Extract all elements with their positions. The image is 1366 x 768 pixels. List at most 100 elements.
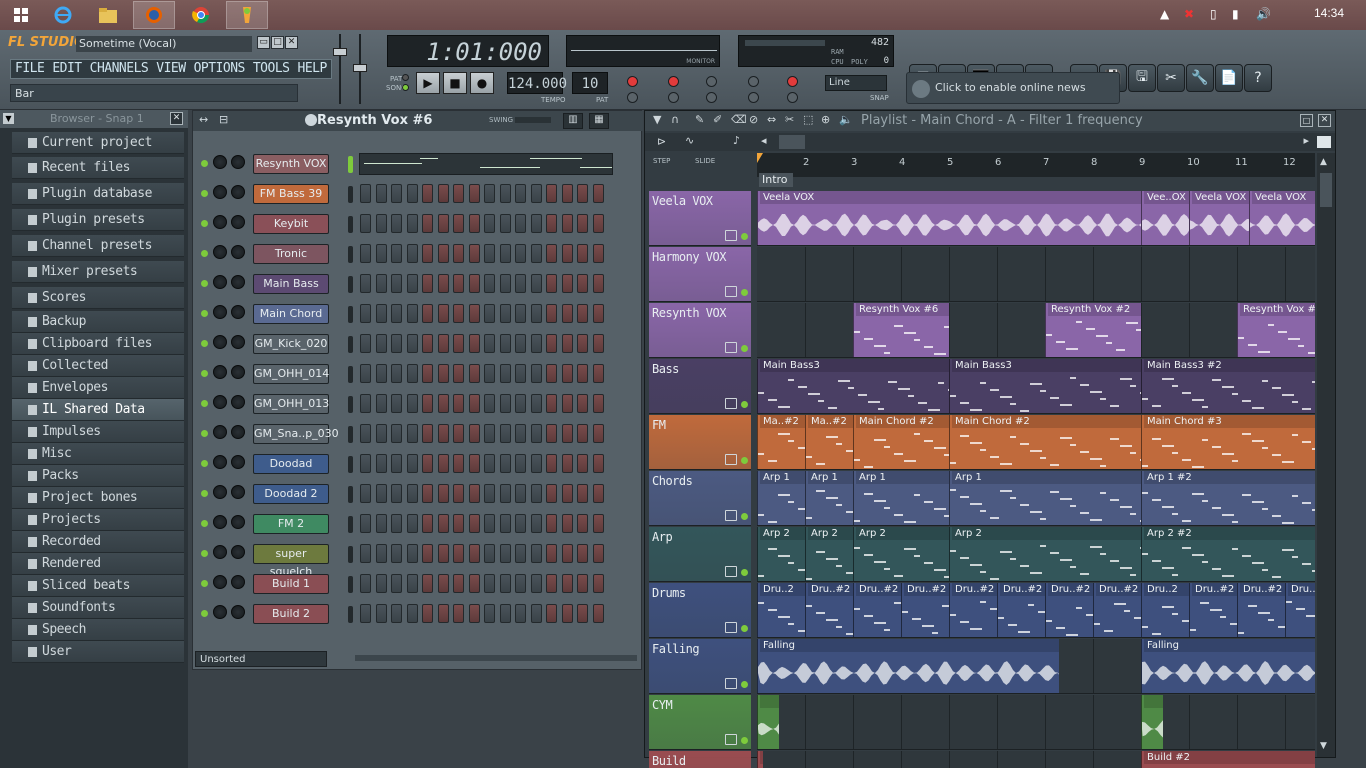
step-button[interactable] [499, 424, 511, 443]
track-type-icon[interactable] [725, 622, 737, 633]
channel-pan-knob[interactable] [213, 335, 227, 349]
playback-tool-icon[interactable]: 🔈 [839, 113, 853, 126]
channel-volume-knob[interactable] [231, 455, 245, 469]
mute-tool-icon[interactable]: ⊘ [749, 113, 758, 126]
tray-signal-icon[interactable]: ▮ [1232, 7, 1239, 21]
step-button[interactable] [437, 424, 449, 443]
pattern-display[interactable]: 10 [572, 72, 608, 94]
step-button[interactable] [453, 214, 464, 233]
step-button[interactable] [360, 304, 371, 323]
scroll-left-icon[interactable]: ◂ [761, 134, 767, 147]
step-button[interactable] [453, 334, 464, 353]
step-button[interactable] [375, 544, 387, 563]
step-button[interactable] [468, 214, 480, 233]
track-type-icon[interactable] [725, 678, 737, 689]
browser-item[interactable]: IL Shared Data [12, 399, 184, 421]
step-button[interactable] [546, 394, 557, 413]
step-button[interactable] [530, 454, 542, 473]
track-type-icon[interactable] [725, 454, 737, 465]
track-type-icon[interactable] [725, 398, 737, 409]
step-button[interactable] [406, 184, 418, 203]
track-mute-led[interactable] [741, 681, 748, 688]
step-button[interactable] [360, 604, 371, 623]
track-type-icon[interactable] [725, 342, 737, 353]
firefox-icon[interactable] [133, 1, 175, 29]
playlist-clip[interactable]: Dru..2 [757, 583, 805, 637]
step-button[interactable] [468, 334, 480, 353]
track-header[interactable]: CYM [649, 695, 751, 750]
step-button[interactable] [391, 454, 402, 473]
playlist-clip[interactable]: Falling [1141, 639, 1315, 693]
step-button[interactable] [577, 274, 588, 293]
channel-mute-led[interactable] [201, 430, 208, 437]
step-button[interactable] [360, 454, 371, 473]
notes-icon[interactable]: 📄 [1215, 64, 1243, 92]
step-button[interactable] [515, 604, 526, 623]
channel-select-indicator[interactable] [348, 156, 353, 173]
channel-name-button[interactable]: super squelch [253, 544, 329, 578]
channel-name-button[interactable]: Build 2 [253, 604, 329, 624]
step-button[interactable] [484, 334, 495, 353]
step-button[interactable] [484, 484, 495, 503]
step-button[interactable] [592, 394, 604, 413]
step-edit-toggle-icon[interactable] [748, 76, 759, 87]
channel-volume-knob[interactable] [231, 605, 245, 619]
step-button[interactable] [406, 394, 418, 413]
channel-mute-led[interactable] [201, 610, 208, 617]
step-button[interactable] [437, 484, 449, 503]
playlist-clip[interactable]: Dru..#2 [949, 583, 997, 637]
channel-select-indicator[interactable] [348, 396, 353, 413]
step-button[interactable] [546, 214, 557, 233]
step-button[interactable] [391, 424, 402, 443]
playlist-clip[interactable]: Main Bass3 #2 [1141, 359, 1315, 413]
step-button[interactable] [468, 244, 480, 263]
channel-select-indicator[interactable] [348, 276, 353, 293]
playlist-clip[interactable]: Resynth Vox #2 [1045, 303, 1141, 357]
taskbar-clock[interactable]: 14:34 [1314, 6, 1344, 20]
track-lane[interactable]: Resynth Vox #6 Resynth Vox #2 Resynth Vox … [757, 303, 1315, 358]
channel-name-button[interactable]: Tronic [253, 244, 329, 264]
step-button[interactable] [468, 604, 480, 623]
step-button[interactable] [484, 394, 495, 413]
channel-name-button[interactable]: FM Bass 39 [253, 184, 329, 204]
channel-filter-select[interactable]: Unsorted [195, 651, 327, 667]
channel-select-indicator[interactable] [348, 246, 353, 263]
tray-volume-icon[interactable]: 🔊 [1256, 7, 1271, 21]
step-button[interactable] [530, 184, 542, 203]
playhead-marker[interactable] [757, 153, 763, 163]
scroll-toggle-icon[interactable] [748, 92, 759, 103]
step-button[interactable] [515, 214, 526, 233]
step-button[interactable] [468, 184, 480, 203]
step-button[interactable] [422, 484, 433, 503]
step-button[interactable] [422, 184, 433, 203]
step-button[interactable] [375, 364, 387, 383]
channel-mute-led[interactable] [201, 220, 208, 227]
zoom-tool-icon[interactable]: ⊕ [821, 113, 830, 126]
step-button[interactable] [561, 514, 573, 533]
playlist-clip[interactable]: Veela VOX [757, 191, 1141, 245]
track-mute-led[interactable] [741, 289, 748, 296]
playlist-clip[interactable] [1141, 695, 1163, 749]
track-lane[interactable]: Dru..2 Dru..#2 Dru..#2 Dru..#2 Dru..#2 Dru..#… [757, 583, 1315, 638]
step-button[interactable] [561, 484, 573, 503]
playlist-clip[interactable]: Ma..#2 [757, 415, 805, 469]
step-button[interactable] [561, 214, 573, 233]
browser-item[interactable]: Projects [12, 509, 184, 531]
windows-start-icon[interactable] [0, 1, 42, 29]
step-button[interactable] [530, 364, 542, 383]
step-button[interactable] [375, 424, 387, 443]
browser-item[interactable]: Sliced beats [12, 575, 184, 597]
step-button[interactable] [437, 364, 449, 383]
menu-help[interactable]: HELP [294, 60, 331, 78]
scroll-up-icon[interactable]: ▲ [1320, 157, 1332, 169]
record-button[interactable]: ● [470, 72, 494, 94]
channel-volume-knob[interactable] [231, 305, 245, 319]
playlist-clip[interactable]: Main Bass3 [949, 359, 1141, 413]
playlist-clip[interactable]: Build #2 [1141, 751, 1315, 768]
browser-item[interactable]: User [12, 641, 184, 663]
countdown-toggle-icon[interactable] [706, 92, 717, 103]
select-tool-icon[interactable]: ⬚ [803, 113, 813, 126]
step-button[interactable] [484, 244, 495, 263]
channel-volume-knob[interactable] [231, 215, 245, 229]
channel-name-button[interactable]: Doodad 2 [253, 484, 329, 504]
